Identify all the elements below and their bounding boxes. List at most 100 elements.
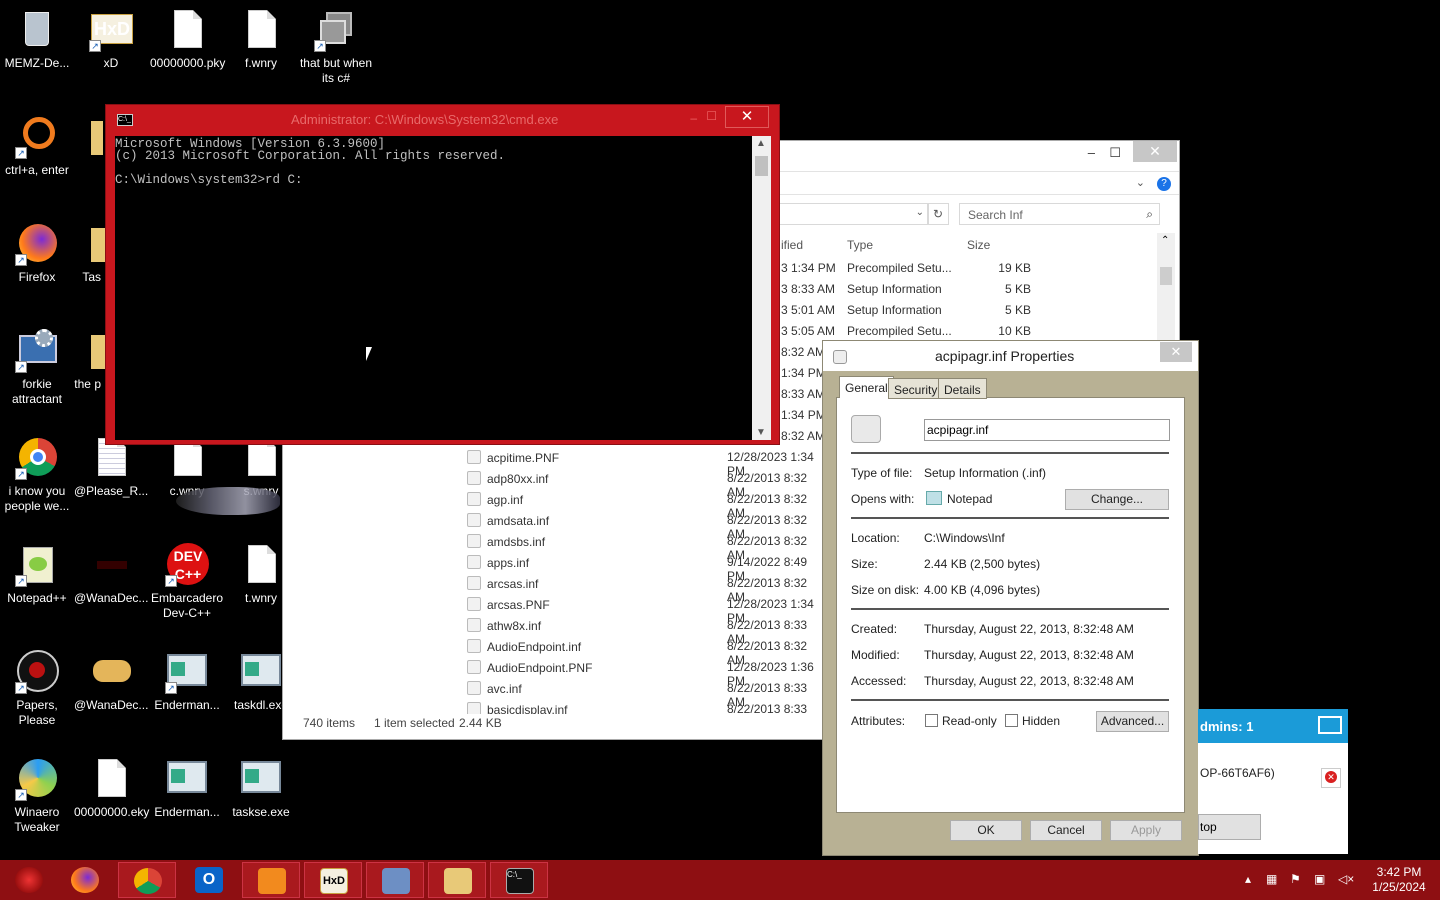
chevron-down-icon[interactable]: ⌄: [1136, 176, 1145, 189]
taskbar-outlook[interactable]: O: [180, 862, 238, 898]
column-type[interactable]: Type: [847, 238, 873, 252]
table-row[interactable]: amdsata.inf 8/22/2013 8:32 AM: [467, 513, 823, 541]
file-settings-icon: [467, 471, 481, 485]
tab-details[interactable]: Details: [938, 378, 987, 399]
scroll-up-icon[interactable]: ⌃: [1161, 235, 1169, 246]
taskbar-explorer[interactable]: [428, 862, 486, 898]
start-button[interactable]: [0, 862, 58, 898]
network-icon[interactable]: ▣: [1314, 872, 1325, 886]
table-row[interactable]: agp.inf 8/22/2013 8:32 AM: [467, 492, 823, 520]
cancel-button[interactable]: Cancel: [1030, 820, 1102, 841]
remote-screen-icon[interactable]: [1318, 716, 1342, 734]
hidden-label[interactable]: Hidden: [1022, 714, 1060, 728]
filename-field[interactable]: acpipagr.inf: [924, 419, 1170, 441]
table-row[interactable]: amdsbs.inf 8/22/2013 8:32 AM: [467, 534, 823, 562]
help-icon[interactable]: ?: [1157, 177, 1171, 191]
desktop-icon-pky[interactable]: 00000000.pky: [149, 2, 225, 71]
desktop-icon-enderman2[interactable]: Enderman...: [149, 751, 225, 820]
close-button[interactable]: ✕: [725, 106, 769, 128]
table-row[interactable]: acpitime.PNF 12/28/2023 1:34 PM: [467, 450, 823, 478]
minimize-button[interactable]: –: [690, 111, 697, 125]
action-center-icon[interactable]: ▦: [1266, 872, 1277, 886]
change-button[interactable]: Change...: [1065, 489, 1169, 510]
desktop-icon-taskse[interactable]: taskse.exe: [223, 751, 299, 820]
desktop-icon-that-but[interactable]: ↗ that but when its c#: [298, 2, 374, 86]
desktop-icon-enderman1[interactable]: ↗ Enderman...: [149, 644, 225, 713]
desktop-icon-chrome[interactable]: ↗ i know you people we...: [0, 430, 75, 514]
type-cell: Setup Information: [847, 303, 942, 317]
chevron-down-icon[interactable]: ⌄: [916, 207, 924, 218]
table-row[interactable]: arcsas.inf 8/22/2013 8:32 AM: [467, 576, 823, 604]
search-input[interactable]: Search Inf ⌕: [959, 203, 1160, 225]
close-button[interactable]: ✕: [1160, 342, 1192, 362]
table-row[interactable]: athw8x.inf 8/22/2013 8:33 AM: [467, 618, 823, 646]
hidden-checkbox[interactable]: [1005, 714, 1018, 727]
desktop-icon-eky[interactable]: 00000000.eky: [73, 751, 149, 820]
maximize-button[interactable]: ☐: [1109, 145, 1121, 161]
tab-general[interactable]: General: [839, 376, 894, 398]
cmd-titlebar[interactable]: C:\_ Administrator: C:\Windows\System32\…: [106, 105, 779, 135]
desktop-icon-wanadec2[interactable]: @WanaDec...: [73, 644, 149, 713]
desktop-icon-memz[interactable]: MEMZ-De...: [0, 2, 75, 71]
error-icon[interactable]: [1321, 768, 1341, 788]
show-hidden-icons-icon[interactable]: ▴: [1245, 872, 1251, 886]
file-settings-icon: [467, 450, 481, 464]
desktop-icon-wanadec1[interactable]: @WanaDec...: [73, 537, 149, 606]
taskbar-firefox[interactable]: [56, 862, 114, 898]
taskbar-computer[interactable]: [366, 862, 424, 898]
table-row[interactable]: avc.inf 8/22/2013 8:33 AM: [467, 681, 823, 709]
readonly-checkbox[interactable]: [925, 714, 938, 727]
taskbar-chrome[interactable]: [118, 862, 176, 898]
desktop-icon-forkie[interactable]: ↗ forkie attractant: [0, 323, 75, 407]
close-button[interactable]: ✕: [1133, 141, 1177, 162]
desktop-icon-tas[interactable]: Tas: [73, 216, 105, 285]
list-item[interactable]: 3 5:01 AM Setup Information 5 KB: [781, 303, 1141, 324]
desktop-icon-the-p[interactable]: the p: [73, 323, 105, 392]
clock[interactable]: 3:42 PM 1/25/2024: [1366, 865, 1432, 895]
cmd-scrollbar[interactable]: ▲ ▼: [752, 136, 771, 440]
desktop-icon-ctrl-a[interactable]: ↗ ctrl+a, enter: [0, 109, 75, 178]
table-row[interactable]: arcsas.PNF 12/28/2023 1:34 PM: [467, 597, 823, 625]
date-cell: 3 8:33 AM: [781, 282, 836, 296]
maximize-button[interactable]: ☐: [706, 109, 717, 123]
list-item[interactable]: 3 1:34 PM Precompiled Setu... 19 KB: [781, 261, 1141, 282]
desktop-icon-xd[interactable]: HxD ↗ xD: [73, 2, 149, 71]
column-size[interactable]: Size: [967, 238, 990, 252]
refresh-button[interactable]: ↻: [927, 203, 949, 225]
minimize-button[interactable]: –: [1088, 145, 1095, 160]
table-row[interactable]: adp80xx.inf 8/22/2013 8:32 AM: [467, 471, 823, 499]
table-row[interactable]: AudioEndpoint.inf 8/22/2013 8:32 AM: [467, 639, 823, 667]
stop-button[interactable]: top: [1198, 814, 1261, 840]
desktop-icon-firefox[interactable]: ↗ Firefox: [0, 216, 75, 285]
apply-button[interactable]: Apply: [1110, 820, 1182, 841]
console-output[interactable]: Microsoft Windows [Version 6.3.9600] (c) …: [115, 136, 752, 440]
properties-titlebar[interactable]: acpipagr.inf Properties ✕: [823, 341, 1198, 371]
scroll-thumb[interactable]: [755, 156, 768, 176]
scroll-down-icon[interactable]: ▼: [756, 427, 766, 438]
desktop-icon-winaero[interactable]: ↗ Winaero Tweaker: [0, 751, 75, 835]
desktop-icon-notepadpp[interactable]: ↗ Notepad++: [0, 537, 75, 606]
list-item[interactable]: 3 8:33 AM Setup Information 5 KB: [781, 282, 1141, 303]
desktop-icon-fwnry[interactable]: f.wnry: [223, 2, 299, 71]
scroll-thumb[interactable]: [1160, 267, 1172, 285]
advanced-button[interactable]: Advanced...: [1096, 711, 1169, 732]
column-date-modified[interactable]: ified: [781, 238, 803, 252]
address-bar[interactable]: ⌄: [763, 203, 929, 225]
flag-icon[interactable]: ⚑: [1290, 872, 1301, 886]
scroll-up-icon[interactable]: ▲: [756, 138, 766, 149]
readonly-label[interactable]: Read-only: [942, 714, 997, 728]
taskbar-hxd[interactable]: HxD: [304, 862, 362, 898]
desktop-icon-papers-please[interactable]: ↗ Papers, Please: [0, 644, 75, 728]
table-row[interactable]: AudioEndpoint.PNF 12/28/2023 1:36 PM: [467, 660, 823, 688]
taskbar-app[interactable]: [242, 862, 300, 898]
table-row[interactable]: apps.inf 9/14/2022 8:49 PM: [467, 555, 823, 583]
file-name: agp.inf: [487, 493, 524, 507]
file-name: arcsas.inf: [487, 577, 539, 591]
desktop-icon-folder-r[interactable]: [73, 109, 103, 163]
volume-muted-icon[interactable]: ◁×: [1338, 872, 1354, 886]
console-line: C:\Windows\system32>rd C:: [115, 173, 303, 187]
taskbar-cmd[interactable]: C:\_: [490, 862, 548, 898]
desktop-icon-devcpp[interactable]: DEV C++ ↗ Embarcadero Dev-C++: [149, 537, 225, 621]
ok-button[interactable]: OK: [950, 820, 1022, 841]
tab-security[interactable]: Security: [888, 378, 944, 399]
